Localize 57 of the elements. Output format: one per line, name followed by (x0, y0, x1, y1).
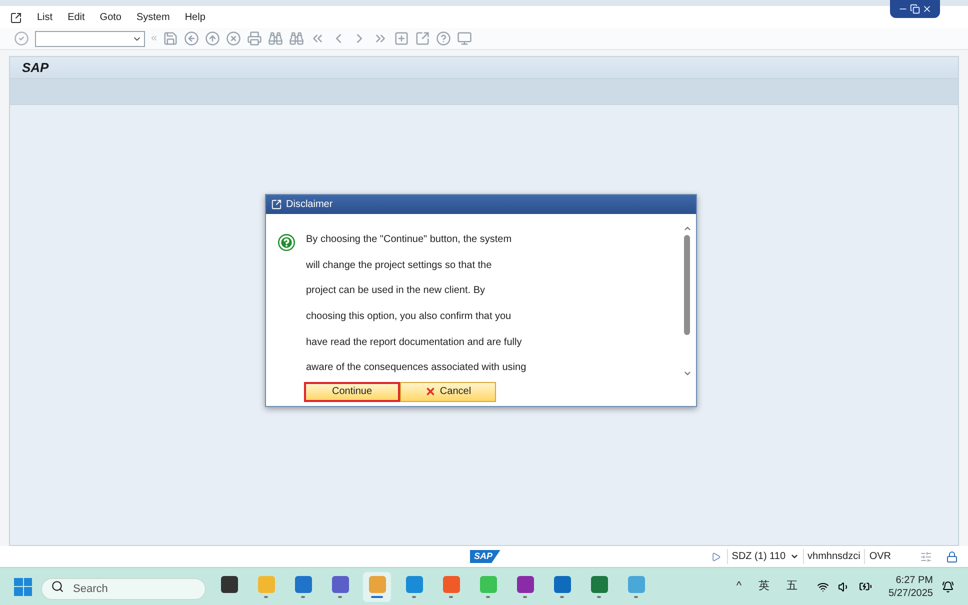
window-icon (271, 199, 282, 210)
server-name: vhmhnsdzci (802, 549, 864, 564)
continue-button[interactable]: Continue (304, 382, 400, 402)
lock-icon[interactable] (946, 550, 958, 562)
play-icon[interactable] (710, 552, 721, 562)
show-hidden-icons[interactable]: ^ (736, 578, 742, 595)
insert-mode[interactable]: OVR (864, 549, 895, 564)
cancel-button[interactable]: Cancel (400, 382, 496, 402)
message-text: will change the project settings so that the (306, 258, 492, 273)
message-text: By choosing the "Continue" button, the system (306, 233, 512, 248)
battery-icon[interactable] (858, 580, 872, 593)
enter-icon[interactable] (14, 31, 29, 46)
command-field[interactable] (35, 30, 145, 46)
new-session-icon[interactable] (394, 31, 410, 46)
language-indicator[interactable]: 英 (758, 578, 770, 595)
monitor-icon[interactable] (457, 31, 472, 46)
scrollbar[interactable] (682, 224, 692, 378)
cancel-icon (424, 386, 436, 398)
clock-time[interactable]: 6:27 PM (896, 574, 933, 586)
save-icon[interactable] (163, 31, 178, 46)
settings-icon[interactable] (920, 550, 932, 562)
menu-icon[interactable] (10, 12, 22, 24)
find-next-icon[interactable] (289, 31, 304, 46)
message-text: have read the report documentation and are fully (306, 336, 522, 350)
system-info[interactable]: SDZ (1) 110 (726, 549, 790, 564)
message-text: project can be used in the new client. By (306, 284, 485, 298)
back-icon[interactable] (184, 31, 200, 46)
notification-icon[interactable] (942, 580, 954, 592)
message-text: choosing this option, you also confirm that you (306, 310, 512, 324)
input-mode-indicator[interactable]: 五 (786, 578, 798, 595)
dropdown-caret-icon[interactable] (790, 552, 799, 561)
question-icon (278, 234, 294, 251)
help-icon[interactable] (436, 31, 452, 46)
dialog-title: Disclaimer (286, 198, 333, 212)
exit-icon[interactable] (205, 31, 220, 46)
restore-icon[interactable] (910, 4, 920, 14)
cancel-icon[interactable] (226, 31, 242, 46)
sap-logo: SAP (470, 550, 501, 564)
volume-icon[interactable] (838, 580, 850, 592)
search-icon (51, 580, 64, 592)
menu-item[interactable]: Edit (68, 10, 85, 25)
find-icon[interactable] (268, 31, 284, 46)
screen-title: SAP (22, 58, 49, 77)
wifi-icon[interactable] (816, 580, 828, 592)
start-icon[interactable] (14, 578, 32, 596)
menu-item[interactable]: List (37, 10, 53, 25)
shortcut-icon[interactable] (415, 31, 430, 46)
menu-item[interactable]: Goto (100, 10, 122, 25)
print-icon[interactable] (247, 31, 262, 46)
taskbar-app[interactable] (363, 572, 391, 602)
close-icon[interactable] (922, 4, 932, 14)
clock-date[interactable]: 5/27/2025 (888, 586, 933, 600)
message-text: aware of the consequences associated with using (306, 361, 526, 376)
scroll-up-icon[interactable] (682, 224, 692, 233)
menu-item[interactable]: System (136, 10, 170, 25)
menu-item[interactable]: Help (184, 10, 206, 25)
search-field[interactable]: Search (41, 578, 206, 600)
